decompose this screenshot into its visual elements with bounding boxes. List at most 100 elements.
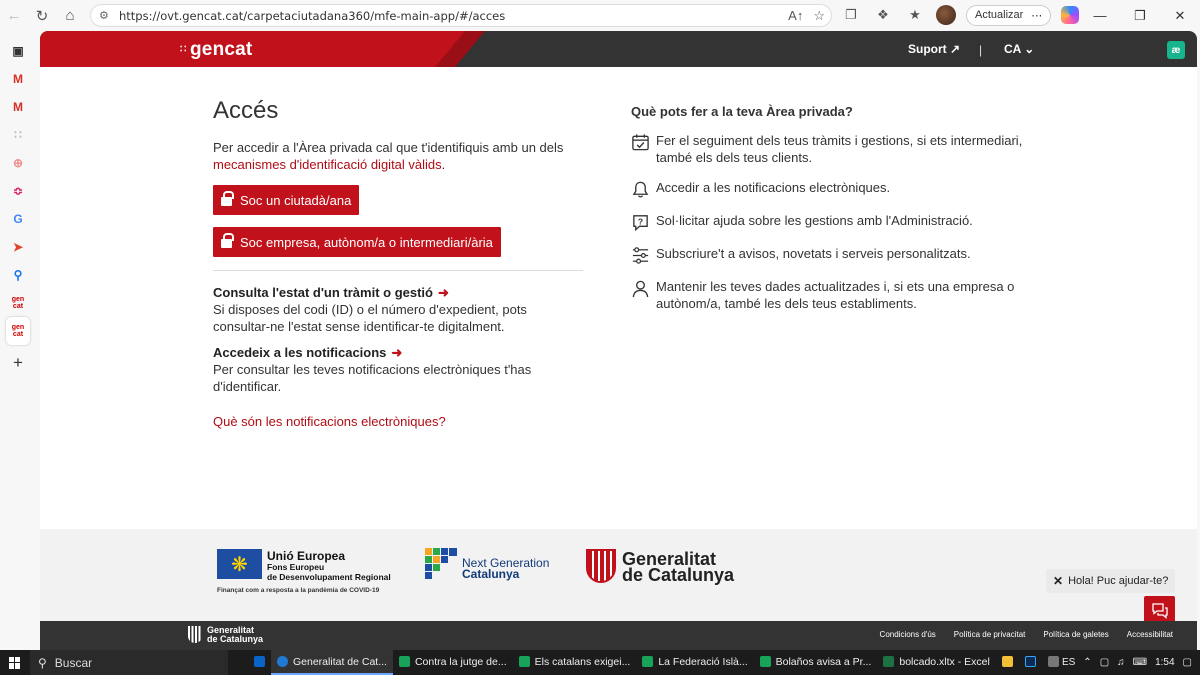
next-generation-grid-icon xyxy=(425,548,457,579)
chat-icon xyxy=(1151,603,1168,619)
feed-icon[interactable]: ≎ xyxy=(6,177,30,205)
privacy-link[interactable]: Política de privacitat xyxy=(954,630,1026,639)
sync-icon[interactable]: ⊕ xyxy=(6,149,30,177)
chat-greeting-text: Hola! Puc ajudar-te? xyxy=(1068,575,1169,587)
start-button[interactable] xyxy=(0,656,30,669)
gmail-icon-1[interactable]: M xyxy=(6,65,30,93)
accessibility-app-icon[interactable]: æ xyxy=(1167,41,1185,59)
terms-link[interactable]: Condicions d'ús xyxy=(880,630,936,639)
volume-icon[interactable]: ♫ xyxy=(1117,657,1125,668)
next-generation-text: Next Generation Catalunya xyxy=(462,557,549,581)
support-label: Suport xyxy=(908,42,947,56)
page-title: Accés xyxy=(213,97,279,124)
notifications-link[interactable]: Accedeix a les notificacions ➜ xyxy=(213,345,583,361)
profile-avatar[interactable] xyxy=(936,5,956,25)
web-page: ∷ gencat Suport ↗ | CA ⌄ æ Accés Per acce… xyxy=(40,31,1197,650)
close-window-icon[interactable]: ✕ xyxy=(1160,0,1200,31)
update-button[interactable]: Actualizar ⋯ xyxy=(966,4,1052,26)
excel-icon xyxy=(883,656,895,667)
photoshop-icon[interactable] xyxy=(1019,650,1042,675)
home-icon[interactable]: ⌂ xyxy=(56,2,84,30)
feature-item: Fer el seguiment dels teus tràmits i ges… xyxy=(631,132,1031,166)
support-link[interactable]: Suport ↗ xyxy=(908,42,960,56)
taskbar-item[interactable]: Generalitat de Cat... xyxy=(271,650,393,675)
gc-line2: de Catalunya xyxy=(622,565,735,585)
cookies-link[interactable]: Política de galetes xyxy=(1043,630,1108,639)
intro-text: Per accedir a l'Àrea privada cal que t'i… xyxy=(213,140,564,155)
consult-procedure-link[interactable]: Consulta l'estat d'un tràmit o gestió ➜ xyxy=(213,285,583,301)
language-label: CA xyxy=(1004,42,1021,56)
read-aloud-icon[interactable]: A↑ xyxy=(788,8,803,24)
favorite-star-icon[interactable]: ☆ xyxy=(813,8,825,24)
citizen-button-label: Soc un ciutadà/ana xyxy=(240,192,352,208)
accessibility-link[interactable]: Accessibilitat xyxy=(1127,630,1173,639)
file-explorer-icon[interactable] xyxy=(996,650,1019,675)
feature-item: Subscriure't a avisos, novetats i servei… xyxy=(631,245,1031,265)
taskbar-item[interactable]: Els catalans exigei... xyxy=(513,650,637,675)
collections-icon[interactable]: ❐ xyxy=(840,4,862,26)
extensions-icon[interactable]: ❖ xyxy=(872,4,894,26)
ng-line2: Catalunya xyxy=(462,567,520,581)
restore-icon[interactable]: ❐ xyxy=(1120,0,1160,31)
apps-icon[interactable]: ∷ xyxy=(6,121,30,149)
generalitat-mark-icon xyxy=(188,626,202,643)
taskbar-item[interactable]: La Federació Islà... xyxy=(636,650,753,675)
gencat-logo[interactable]: ∷ gencat xyxy=(180,39,252,61)
search-icon: ⚲ xyxy=(38,655,47,670)
search-sidebar-icon[interactable]: ⚲ xyxy=(6,261,30,289)
google-icon[interactable]: G xyxy=(6,205,30,233)
tab-actions-icon[interactable]: ▣ xyxy=(6,37,30,65)
identification-methods-link[interactable]: mecanismes d'identificació digital vàlid… xyxy=(213,157,442,172)
refresh-icon[interactable]: ↻ xyxy=(28,2,56,30)
taskbar-item[interactable]: bolcado.xltx - Excel xyxy=(877,650,995,675)
access-intro: Per accedir a l'Àrea privada cal que t'i… xyxy=(213,139,583,173)
url-text[interactable]: https://ovt.gencat.cat/carpetaciutadana3… xyxy=(119,9,505,23)
feature-item: Mantenir les teves dades actualitzades i… xyxy=(631,278,1031,312)
system-tray: ES ⌃ ▢ ♫ ⌨ 1:54 ▢ xyxy=(1062,650,1200,675)
taskbar-item-label: Bolaños avisa a Pr... xyxy=(775,655,872,668)
header-separator: | xyxy=(979,43,983,57)
language-selector[interactable]: CA ⌄ xyxy=(1004,42,1034,56)
input-language[interactable]: ES xyxy=(1062,657,1075,668)
eu-sub-line1: Fons Europeu xyxy=(267,562,325,572)
browser-toolbar: ← ↻ ⌂ ⚙ https://ovt.gencat.cat/carpetaci… xyxy=(0,0,1200,31)
feature-text: Accedir a les notificacions electrònique… xyxy=(656,180,891,195)
gmail-icon-2[interactable]: M xyxy=(6,93,30,121)
notifications-icon[interactable]: ▢ xyxy=(1183,657,1192,668)
taskbar-item[interactable]: Bolaños avisa a Pr... xyxy=(754,650,878,675)
arrow-right-icon: ➜ xyxy=(391,345,403,360)
rocket-icon[interactable]: ➤ xyxy=(6,233,30,261)
site-info-icon[interactable]: ⚙ xyxy=(99,9,115,22)
taskbar-search[interactable]: ⚲ Buscar xyxy=(30,650,228,675)
address-bar[interactable]: ⚙ https://ovt.gencat.cat/carpetaciutadan… xyxy=(90,4,832,27)
gencat-app-icon-active[interactable]: gen cat xyxy=(6,317,30,345)
taskbar-item[interactable]: Contra la jutge de... xyxy=(393,650,513,675)
business-access-button[interactable]: Soc empresa, autònom/a o intermediari/àr… xyxy=(213,227,501,257)
clock[interactable]: 1:54 xyxy=(1155,657,1174,668)
minimize-icon[interactable]: — xyxy=(1080,0,1120,31)
close-icon[interactable]: ✕ xyxy=(1053,574,1063,588)
keyboard-icon[interactable]: ⌨ xyxy=(1133,657,1147,668)
chevron-up-icon[interactable]: ⌃ xyxy=(1083,657,1091,668)
gencat-app-icon[interactable]: gen cat xyxy=(6,289,30,317)
update-label: Actualizar xyxy=(975,9,1024,21)
feature-text: Mantenir les teves dades actualitzades i… xyxy=(656,279,1015,311)
copilot-icon[interactable] xyxy=(1061,6,1080,24)
feature-item: Accedir a les notificacions electrònique… xyxy=(631,179,1031,199)
back-icon[interactable]: ← xyxy=(0,2,28,30)
notifications-title: Accedeix a les notificacions xyxy=(213,345,387,360)
more-icon[interactable]: ⋯ xyxy=(1031,9,1042,22)
outlook-icon[interactable] xyxy=(248,650,271,675)
eu-note: Finançat com a resposta a la pandèmia de… xyxy=(217,587,380,594)
what-are-notifications-link[interactable]: Què són les notificacions electròniques? xyxy=(213,414,583,429)
citizen-access-button[interactable]: Soc un ciutadà/ana xyxy=(213,185,360,215)
add-icon[interactable]: + xyxy=(6,349,30,377)
chat-greeting[interactable]: ✕ Hola! Puc ajudar-te? xyxy=(1046,569,1176,593)
favorites-icon[interactable]: ★ xyxy=(904,4,926,26)
network-icon[interactable]: ▢ xyxy=(1100,657,1109,668)
private-area-features: Què pots fer a la teva Àrea privada? Fer… xyxy=(631,104,1031,325)
vilaweb-icon xyxy=(642,656,654,667)
site-footer: Generalitat de Catalunya Condicions d'ús … xyxy=(40,621,1197,650)
vilaweb-icon xyxy=(518,656,530,667)
user-icon xyxy=(632,280,649,298)
